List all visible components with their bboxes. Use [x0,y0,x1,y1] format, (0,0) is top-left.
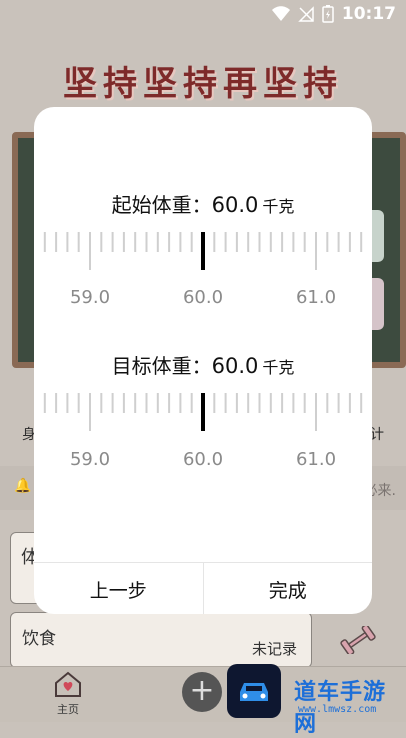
tick-label: 60.0 [182,449,224,470]
start-weight-tick-labels: 59.0 60.0 61.0 [34,287,372,311]
tick-label: 61.0 [295,449,337,470]
tick-label: 59.0 [69,287,111,308]
watermark-url: www.lmwsz.com [298,704,377,715]
start-weight-ruler[interactable] [34,230,372,274]
dumbbell-icon[interactable] [340,626,376,654]
target-weight-unit: 千克 [262,358,295,377]
start-weight-title: 起始体重： [111,193,212,217]
target-weight-label: 目标体重：60.0 千克 [34,350,372,379]
start-weight-value: 60.0 [211,193,259,217]
food-status: 未记录 [252,640,298,658]
start-weight-unit: 千克 [262,197,295,216]
target-weight-value: 60.0 [211,354,259,378]
car-icon [240,683,268,701]
tick-label: 59.0 [69,449,111,470]
status-bar: 10:17 [0,0,406,30]
tab-home[interactable]: 主页 [48,670,88,717]
motto-banner: 坚持坚持再坚持 [63,64,343,104]
add-button[interactable]: + [182,672,222,712]
watermark-logo [227,664,281,718]
done-button[interactable]: 完成 [202,563,373,614]
dialog-buttons: 上一步 完成 [34,562,372,614]
battery-charging-icon [322,5,334,23]
status-time: 10:17 [341,4,396,24]
tick-label: 61.0 [295,287,337,308]
prev-step-button[interactable]: 上一步 [34,563,203,614]
side-label-right: 计 [370,427,384,443]
tick-label: 60.0 [182,287,224,308]
home-icon [55,671,81,697]
wifi-icon [271,6,290,21]
start-weight-label: 起始体重：60.0 千克 [34,189,372,218]
weight-setup-dialog: 起始体重：60.0 千克 59.0 60.0 61.0 目标体重：60.0 千克 5… [34,107,372,614]
target-weight-title: 目标体重： [111,354,212,378]
target-weight-tick-labels: 59.0 60.0 61.0 [34,449,372,473]
tab-home-label: 主页 [57,703,79,716]
bell-icon: 🔔 [14,478,32,494]
food-title: 饮食 [22,629,56,649]
target-weight-ruler[interactable] [34,391,372,435]
no-signal-icon [298,6,314,22]
